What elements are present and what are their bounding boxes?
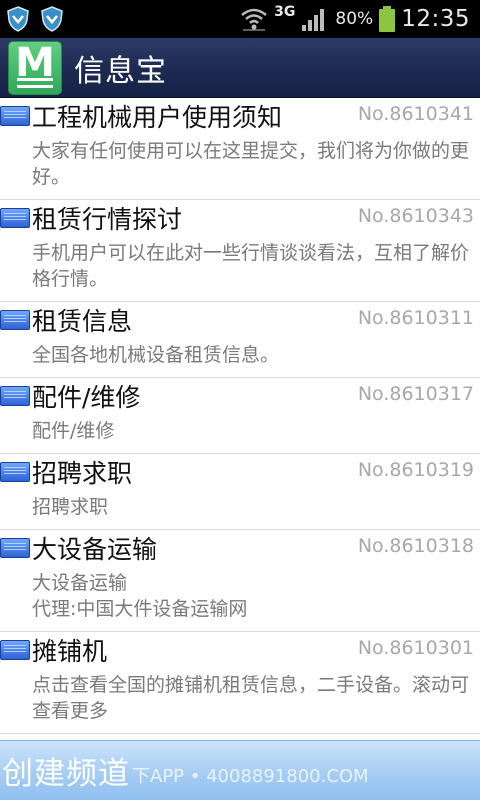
list-item[interactable]: 大设备运输 No.8610318 大设备运输 代理:中国大件设备运输网 (0, 530, 480, 632)
battery-icon (379, 6, 396, 32)
channel-icon (0, 208, 30, 228)
list-item[interactable]: 租赁信息 No.8610311 全国各地机械设备租赁信息。 (0, 302, 480, 378)
channel-title: 摊铺机 (32, 637, 108, 666)
list-item[interactable]: 配件/维修 No.8610317 配件/维修 (0, 378, 480, 454)
channel-number: No.8610301 (357, 637, 474, 659)
list-item[interactable]: 摊铺机 No.8610301 点击查看全国的摊铺机租赁信息，二手设备。滚动可查看… (0, 632, 480, 734)
network-type: 3G (274, 4, 296, 20)
channel-title: 配件/维修 (32, 383, 141, 412)
channel-number: No.8610311 (357, 307, 474, 329)
app-header: M 信息宝 (0, 38, 480, 98)
channel-icon (0, 106, 30, 126)
channel-description: 配件/维修 (32, 420, 115, 442)
channel-number: No.8610343 (357, 205, 474, 227)
channel-description: 点击查看全国的摊铺机租赁信息，二手设备。滚动可查看更多 (32, 674, 470, 722)
channel-title: 租赁行情探讨 (32, 205, 183, 234)
channel-description: 大家有任何使用可以在这里提交，我们将为你做的更好。 (32, 140, 470, 188)
clock: 12:35 (401, 6, 470, 32)
channel-icon (0, 640, 30, 660)
channel-list[interactable]: 工程机械用户使用须知 No.8610341 大家有任何使用可以在这里提交，我们将… (0, 98, 480, 740)
channel-icon (0, 538, 30, 558)
channel-description: 全国各地机械设备租赁信息。 (32, 344, 280, 366)
channel-icon (0, 386, 30, 406)
status-bar: 3G 80% 12:35 (0, 0, 480, 38)
channel-title: 工程机械用户使用须知 (32, 103, 283, 132)
channel-icon (0, 462, 30, 482)
channel-number: No.8610317 (357, 383, 474, 405)
app-title: 信息宝 (74, 53, 167, 89)
battery-percent: 80% (335, 9, 374, 29)
shield-icon (41, 6, 63, 32)
create-channel-button[interactable]: 创建频道 (0, 748, 130, 793)
list-item[interactable]: 租赁行情探讨 No.8610343 手机用户可以在此对一些行情谈谈看法，互相了解… (0, 200, 480, 302)
channel-icon (0, 310, 30, 330)
channel-title: 招聘求职 (32, 459, 133, 488)
list-item[interactable]: 工程机械用户使用须知 No.8610341 大家有任何使用可以在这里提交，我们将… (0, 98, 480, 200)
watermark: 下APP • 4008891800.COM (132, 765, 369, 787)
shield-icon (7, 6, 29, 32)
list-item[interactable]: 招聘求职 No.8610319 招聘求职 (0, 454, 480, 530)
channel-title: 租赁信息 (32, 307, 133, 336)
channel-description: 招聘求职 (32, 496, 109, 518)
app-logo[interactable]: M (8, 40, 62, 95)
channel-description: 手机用户可以在此对一些行情谈谈看法，互相了解价格行情。 (32, 242, 470, 290)
channel-number: No.8610341 (357, 103, 474, 125)
wifi-icon (241, 8, 267, 31)
bottom-bar: 创建频道 下APP • 4008891800.COM (0, 740, 480, 800)
signal-icon (302, 9, 325, 31)
channel-number: No.8610318 (357, 535, 474, 557)
channel-description: 大设备运输 代理:中国大件设备运输网 (32, 572, 248, 620)
channel-title: 大设备运输 (32, 535, 158, 564)
channel-number: No.8610319 (357, 459, 474, 481)
